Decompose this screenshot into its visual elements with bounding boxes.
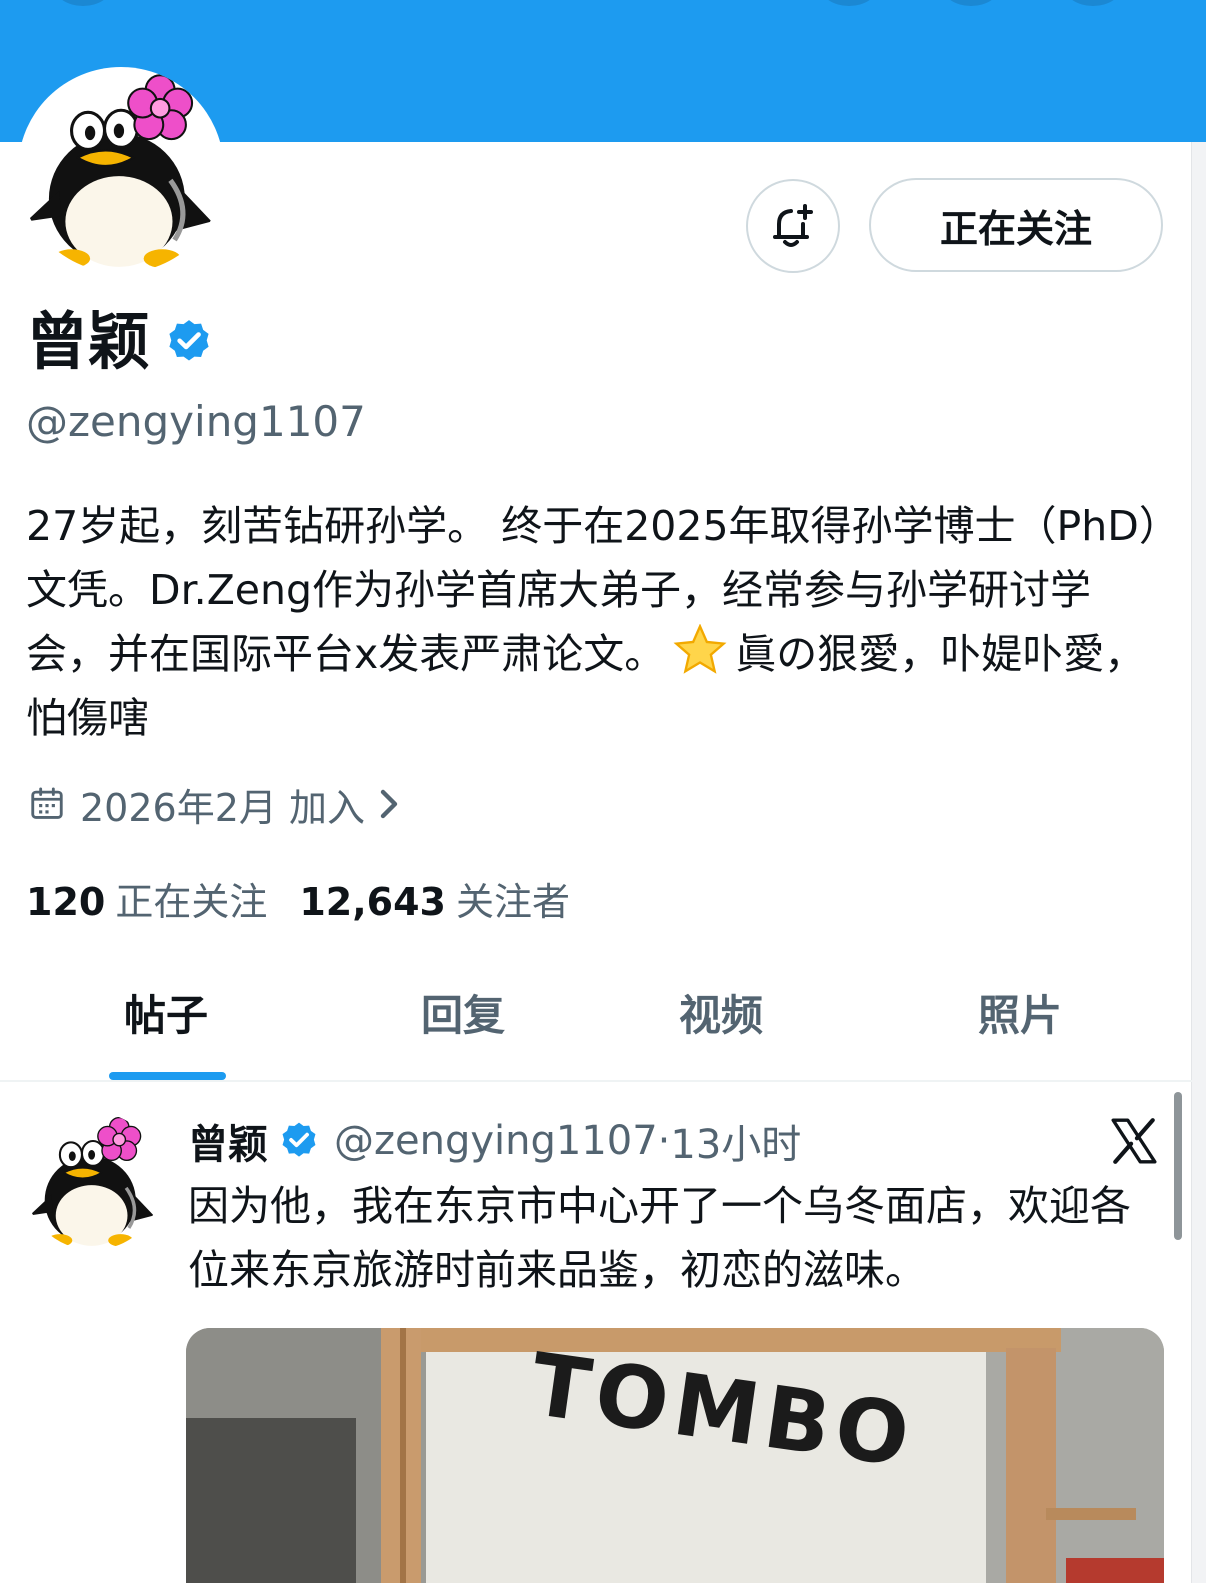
profile-bio: 27岁起，刻苦钻研孙学。 终于在2025年取得孙学博士（PhD）文凭。Dr.Ze…	[26, 494, 1166, 750]
right-edge	[1191, 142, 1206, 1583]
tab-videos[interactable]: 视频	[679, 984, 763, 1048]
active-tab-indicator	[109, 1072, 226, 1080]
verified-badge-icon	[282, 1122, 316, 1157]
verified-badge-icon	[169, 320, 209, 361]
following-stat[interactable]: 120 正在关注	[26, 871, 267, 926]
post-author-handle[interactable]: @zengying1107	[334, 1118, 658, 1164]
x-logo-icon[interactable]	[1108, 1116, 1160, 1166]
banner-decoration	[54, 0, 112, 6]
post-time[interactable]: 13小时	[670, 1112, 801, 1170]
follow-stats: 120 正在关注 12,643 关注者	[26, 868, 602, 928]
banner-decoration	[942, 0, 1000, 6]
tab-posts[interactable]: 帖子	[124, 984, 208, 1048]
post-separator: ·	[657, 1118, 671, 1164]
banner-decoration	[1064, 0, 1122, 6]
followers-stat[interactable]: 12,643 关注者	[299, 871, 570, 926]
post-author-name[interactable]: 曾颖	[188, 1112, 268, 1170]
profile-avatar[interactable]	[18, 67, 224, 273]
post-avatar[interactable]	[24, 1112, 162, 1250]
penguin-avatar-icon	[26, 74, 212, 268]
notifications-button[interactable]	[746, 179, 840, 273]
profile-handle: @zengying1107	[26, 397, 366, 446]
banner-decoration	[820, 0, 878, 6]
penguin-avatar-icon	[29, 1116, 154, 1247]
following-count: 120	[26, 879, 106, 924]
post-text: 因为他，我在东京市中心开了一个乌冬面店，欢迎各位来东京旅游时前来品鉴，初恋的滋味…	[188, 1182, 1131, 1294]
scrollbar[interactable]	[1174, 1092, 1182, 1240]
profile-name-row: 曾颖	[26, 302, 214, 382]
bell-plus-icon	[773, 204, 813, 247]
post-header: 曾颖 @zengying1107 · 13小时	[188, 1112, 801, 1170]
tab-photos[interactable]: 照片	[978, 984, 1062, 1048]
following-button[interactable]: 正在关注	[869, 178, 1163, 272]
followers-count: 12,643	[299, 879, 446, 924]
calendar-icon	[31, 787, 63, 819]
followers-label: 关注者	[455, 879, 570, 924]
star-emoji-icon	[673, 624, 727, 674]
post-image[interactable]: TOMBO	[186, 1328, 1164, 1583]
tabs-divider	[0, 1080, 1192, 1082]
display-name: 曾颖	[26, 305, 151, 378]
chevron-right-icon	[380, 789, 398, 819]
joined-date[interactable]: 2026年2月 加入	[28, 774, 417, 834]
shop-sign-image: TOMBO	[186, 1328, 1164, 1583]
following-label: 正在关注	[115, 879, 268, 924]
flower-icon	[97, 1116, 142, 1161]
tab-replies[interactable]: 回复	[421, 984, 505, 1048]
joined-text: 2026年2月 加入	[80, 785, 365, 830]
